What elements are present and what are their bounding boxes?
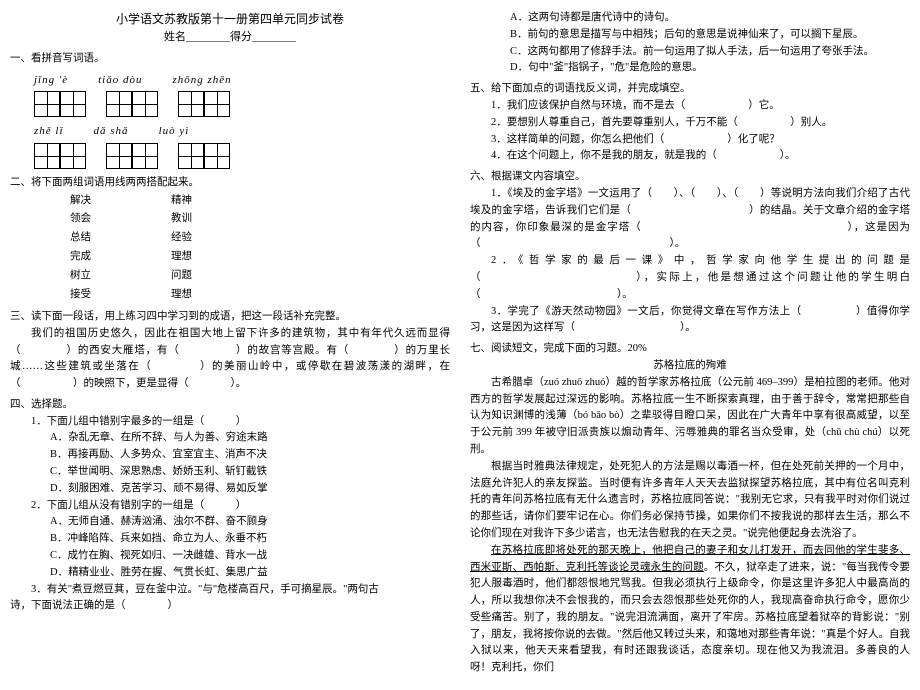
q4-2-stem: 2．下面儿组从没有错别字的一组是（ ） bbox=[10, 498, 450, 515]
q4opts-c: C．这两句都用了修辞手法。前一句运用了拟人手法，后一句运用了夸张手法。 bbox=[510, 44, 910, 61]
pinyin-2: tiǎo dòu bbox=[98, 72, 142, 90]
q4-1-stem: 1．下面儿组中错别字最多的一组是（ ） bbox=[10, 414, 450, 431]
q6-3: 3．学完了《游天然动物园》一文后，你觉得文章在写作方法上（ ）值得你学习，这是因… bbox=[470, 304, 910, 338]
q7-label: 七、阅读短文，完成下面的习题。20% bbox=[470, 341, 910, 358]
pinyin-4: zhě lǐ bbox=[34, 123, 64, 141]
q2-right-4: 问题 bbox=[171, 267, 192, 286]
q2-label: 二、将下面两组词语用线两两搭配起来。 bbox=[10, 175, 450, 192]
q7-p2: 根据当时雅典法律规定，处死犯人的方法是赐以毒酒一杯，但在处死前关押的一个月中，法… bbox=[470, 459, 910, 543]
q5-3: 3．这样简单的问题，你怎么把他们（ ）化了呢？ bbox=[470, 132, 910, 149]
q4opts-a: A．这两句诗都是唐代诗中的诗句。 bbox=[510, 10, 910, 27]
q7-p3: 在苏格拉底即将处死的那天晚上，他把自己的妻子和女儿打发开，而去同他的学生斐多、西… bbox=[470, 543, 910, 677]
q5-4: 4．在这个问题上，你不是我的朋友，就是我的（ ）。 bbox=[470, 148, 910, 165]
q2-left-3: 完成 bbox=[70, 248, 91, 267]
q2-right-3: 理想 bbox=[171, 248, 192, 267]
q6-1: 1．《埃及的金字塔》一文运用了（ ）、（ ）、（ ）等说明方法向我们介绍了古代埃… bbox=[470, 186, 910, 253]
q7-title: 苏格拉底的殉难 bbox=[470, 358, 910, 375]
q2-right-5: 理想 bbox=[171, 286, 192, 305]
q4-2-b: B．冲峰陷阵、兵来如挡、命立为人、永垂不朽 bbox=[50, 531, 450, 548]
grid-row-2 bbox=[34, 143, 450, 169]
grid-row-1 bbox=[34, 91, 450, 117]
q1-label: 一、看拼音写词语。 bbox=[10, 51, 450, 68]
name-score-line: 姓名________得分________ bbox=[10, 29, 450, 47]
q4-2-a: A．无师自通、赫涛汹涌、浊尔不群、奋不顾身 bbox=[50, 514, 450, 531]
q4-1-a: A．杂乱无章、在所不辞、与人为善、穷途末路 bbox=[50, 430, 450, 447]
pinyin-6: luò yì bbox=[159, 123, 190, 141]
q5-1: 1．我们应该保护自然与环境，而不是去（ ）它。 bbox=[470, 98, 910, 115]
q7-p3-rest: 。不久，狱卒走了进来，说："每当我传令要犯人服毒酒时，他们都怨恨地咒骂我。但我必… bbox=[470, 562, 910, 674]
q4opts-b: B．前句的意思是描写与中相残；后句的意思是说神仙来了，可以搁下星辰。 bbox=[510, 27, 910, 44]
q2-left-4: 树立 bbox=[70, 267, 91, 286]
q5-2: 2．要想别人尊重自己，首先要尊重别人，千万不能（ ）别人。 bbox=[470, 115, 910, 132]
q4opts-d: D．句中"釜"指锅子，"危"是危险的意思。 bbox=[510, 60, 910, 77]
q4-2-d: D．精精业业、胜劳在握、气贯长虹、集思广益 bbox=[50, 565, 450, 582]
pinyin-3: zhōng zhēn bbox=[172, 72, 231, 90]
q6-2: 2．《哲学家的最后一课》中，哲学家向他学生提出的问题是（ ），实际上，他是想通过… bbox=[470, 253, 910, 303]
q4-label: 四、选择题。 bbox=[10, 397, 450, 414]
q4-3-stem: 3．有关"煮豆燃豆萁，豆在釜中泣。"与"危楼高百尺，手可摘星辰。"两句古 bbox=[10, 582, 450, 599]
pinyin-5: dǎ shǎ bbox=[94, 123, 129, 141]
q2-left-5: 接受 bbox=[70, 286, 91, 305]
q2-right-2: 经验 bbox=[171, 229, 192, 248]
q4-2-c: C．成竹在胸、视死如归、一决雌雄、背水一战 bbox=[50, 548, 450, 565]
q2-left-2: 总结 bbox=[70, 229, 91, 248]
q2-left-0: 解决 bbox=[70, 192, 91, 211]
exam-title: 小学语文苏教版第十一册第四单元同步试卷 bbox=[10, 10, 450, 29]
q6-label: 六、根据课文内容填空。 bbox=[470, 169, 910, 186]
q3-text: 我们的祖国历史悠久，因此在祖国大地上留下许多的建筑物，其中有年代久远而显得（ ）… bbox=[10, 326, 450, 393]
q4-3-cont: 诗，下面说法正确的是（ ） bbox=[10, 598, 450, 615]
q4-1-c: C．举世闻明、深思熟虑、娇娇玉利、斩钉截铁 bbox=[50, 464, 450, 481]
q2-right-1: 教训 bbox=[171, 210, 192, 229]
pinyin-1: jǐng 'è bbox=[34, 72, 68, 90]
q7-p1: 古希腊卓（zuó zhuō zhuó）越的哲学家苏格拉底（公元前 469–399… bbox=[470, 375, 910, 459]
q5-label: 五、给下面加点的词语找反义词，并完成填空。 bbox=[470, 81, 910, 98]
q4-1-d: D．刻服困难、克苦学习、顽不易得、易如反掌 bbox=[50, 481, 450, 498]
q4-1-b: B．再接再励、人多势众、宜室宜主、消声不决 bbox=[50, 447, 450, 464]
q3-label: 三、读下面一段话，用上练习四中学习到的成语，把这一段话补充完整。 bbox=[10, 309, 450, 326]
q2-right-0: 精神 bbox=[171, 192, 192, 211]
q2-left-1: 领会 bbox=[70, 210, 91, 229]
